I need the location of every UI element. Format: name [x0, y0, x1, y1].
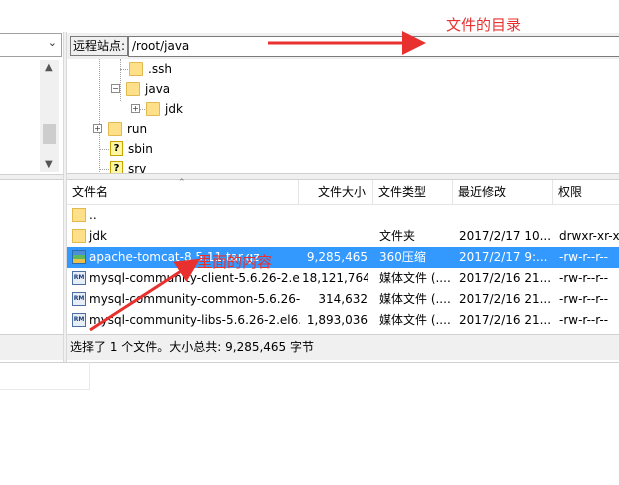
folder-icon [72, 228, 86, 243]
column-header-modified[interactable]: 最近修改 [453, 180, 553, 205]
queue-divider [0, 389, 90, 390]
tree-item-java[interactable]: − java [111, 79, 170, 99]
column-header-size[interactable]: 文件大小 [299, 180, 373, 205]
file-name: .. [89, 208, 97, 222]
tree-item-label: jdk [165, 102, 183, 116]
file-name: mysql-community-libs-5.6.26-2.el6... [89, 313, 300, 327]
tree-item-srv[interactable]: ? srv [110, 159, 146, 174]
tree-item-run[interactable]: + run [93, 119, 147, 139]
file-modified: 2017/2/17 9:... [459, 250, 548, 264]
scroll-down-icon[interactable]: ▼ [45, 159, 53, 170]
local-status-bar [0, 334, 65, 360]
scroll-up-icon[interactable]: ▲ [45, 62, 53, 73]
tree-guide-line [99, 149, 109, 150]
collapse-icon[interactable]: − [111, 84, 120, 93]
file-modified: 2017/2/16 21... [459, 313, 552, 327]
file-type: 媒体文件 (.... [379, 313, 451, 327]
folder-icon [129, 61, 143, 76]
file-row[interactable]: RM mysql-community-libs-5.6.26-2.el6... 1… [67, 310, 619, 331]
rpm-icon: RM [72, 270, 86, 285]
column-header-type[interactable]: 文件类型 [373, 180, 453, 205]
remote-path-input[interactable]: /root/java [128, 36, 619, 57]
file-row-selected[interactable]: apache-tomcat-8.5.11.tar.gz 9,285,465 36… [67, 247, 619, 268]
column-header-perms[interactable]: 权限 [553, 180, 619, 205]
tree-item-sbin[interactable]: ? sbin [110, 139, 153, 159]
local-file-list [0, 180, 65, 332]
local-path-combo[interactable]: ⌄ [0, 33, 62, 57]
file-modified: 2017/2/16 21... [459, 271, 552, 285]
annotation-content: 里面的内容 [197, 253, 273, 271]
remote-tree: .ssh − java + jdk + run ? sbin ? srv [67, 59, 619, 174]
file-type: 媒体文件 (.... [379, 292, 451, 306]
local-tree-scrollbar[interactable]: ▲ ▼ [40, 60, 59, 172]
scroll-thumb[interactable] [43, 124, 56, 144]
file-row[interactable]: RM mysql-community-common-5.6.26-... 314,… [67, 289, 619, 310]
chevron-down-icon[interactable]: ⌄ [48, 36, 57, 49]
file-modified: 2017/2/17 10... [459, 229, 552, 243]
file-perms: -rw-r--r-- [559, 271, 609, 285]
file-name: mysql-community-common-5.6.26-... [89, 292, 300, 306]
tree-item-jdk[interactable]: + jdk [131, 99, 183, 119]
file-size: 18,121,764 [302, 271, 368, 285]
remote-site-label: 远程站点: [70, 36, 129, 56]
file-row[interactable]: jdk 文件夹 2017/2/17 10... drwxr-xr-x [67, 226, 619, 247]
rpm-icon: RM [72, 291, 86, 306]
queue-divider [89, 362, 90, 390]
file-size: 9,285,465 [306, 250, 368, 264]
file-perms: -rw-r--r-- [559, 313, 609, 327]
file-type: 文件夹 [379, 229, 416, 243]
tree-guide-line [99, 169, 109, 170]
horizontal-splitter[interactable] [67, 173, 619, 180]
folder-icon [72, 207, 86, 222]
tree-item-label: .ssh [148, 62, 172, 76]
tree-item-label: run [127, 122, 148, 136]
rpm-icon: RM [72, 312, 86, 327]
folder-icon [146, 101, 160, 116]
annotation-directory: 文件的目录 [446, 16, 522, 34]
file-type: 360压缩 [379, 250, 426, 264]
file-perms: drwxr-xr-x [559, 229, 619, 243]
remote-file-list: .. jdk 文件夹 2017/2/17 10... drwxr-xr-x ap… [67, 205, 619, 333]
tree-guide-line [99, 59, 100, 174]
folder-icon [126, 81, 140, 96]
file-perms: -rw-r--r-- [559, 292, 609, 306]
remote-status-bar: 选择了 1 个文件。大小总共: 9,285,465 字节 [67, 334, 619, 360]
expand-icon[interactable]: + [131, 104, 140, 113]
unknown-folder-icon: ? [110, 141, 123, 156]
tree-item-label: sbin [128, 142, 153, 156]
tree-item-ssh[interactable]: .ssh [129, 59, 172, 79]
file-row[interactable]: RM mysql-community-client-5.6.26-2.e... 1… [67, 268, 619, 289]
file-row[interactable]: .. [67, 205, 619, 226]
file-type: 媒体文件 (.... [379, 271, 451, 285]
file-size: 314,632 [318, 292, 368, 306]
tree-item-label: java [145, 82, 171, 96]
file-name: mysql-community-client-5.6.26-2.e... [89, 271, 300, 285]
file-perms: -rw-r--r-- [559, 250, 609, 264]
transfer-queue [0, 362, 619, 485]
file-size: 1,893,036 [306, 313, 368, 327]
file-size [302, 226, 368, 247]
archive-icon [72, 249, 86, 264]
file-list-header: 文件名 文件大小 文件类型 最近修改 权限 [67, 180, 619, 205]
folder-icon [108, 121, 122, 136]
file-name: jdk [89, 229, 107, 243]
sort-ascending-icon: ⌃ [178, 178, 186, 188]
file-modified: 2017/2/16 21... [459, 292, 552, 306]
expand-icon[interactable]: + [93, 124, 102, 133]
